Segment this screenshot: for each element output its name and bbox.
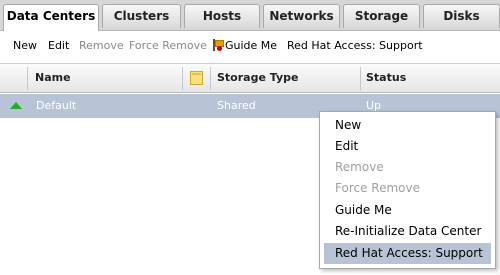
column-header-status[interactable]: Status	[366, 64, 406, 92]
main-tab-bar: Data Centers Clusters Hosts Networks Sto…	[0, 0, 500, 31]
column-divider	[182, 67, 183, 90]
tab-disks[interactable]: Disks	[423, 4, 500, 28]
status-up-icon	[10, 102, 22, 109]
menu-item-edit[interactable]: Edit	[324, 136, 491, 157]
column-divider	[27, 67, 28, 90]
force-remove-button[interactable]: Force Remove	[129, 39, 207, 52]
column-header-name[interactable]: Name	[35, 64, 71, 92]
menu-item-red-hat-access-support[interactable]: Red Hat Access: Support	[324, 243, 491, 264]
tab-hosts[interactable]: Hosts	[184, 4, 260, 28]
edit-button[interactable]: Edit	[48, 39, 69, 52]
tab-networks[interactable]: Networks	[263, 4, 340, 28]
guide-me-button[interactable]: Guide Me	[212, 39, 277, 52]
tab-data-centers[interactable]: Data Centers	[3, 4, 99, 31]
guide-me-label: Guide Me	[225, 39, 278, 52]
remove-button[interactable]: Remove	[79, 39, 124, 52]
menu-item-guide-me[interactable]: Guide Me	[324, 200, 491, 221]
context-menu: New Edit Remove Force Remove Guide Me Re…	[319, 111, 496, 269]
new-button[interactable]: New	[13, 39, 37, 52]
comment-icon[interactable]	[190, 71, 203, 85]
column-divider	[360, 67, 361, 90]
row-name: Default	[36, 99, 77, 112]
action-toolbar: New Edit Remove Force Remove Guide Me Re…	[0, 31, 500, 60]
tab-storage[interactable]: Storage	[343, 4, 420, 28]
menu-item-reinitialize-data-center[interactable]: Re-Initialize Data Center	[324, 221, 491, 242]
row-storage-type: Shared	[217, 99, 256, 112]
menu-item-force-remove[interactable]: Force Remove	[324, 178, 491, 199]
column-header-storage-type[interactable]: Storage Type	[217, 64, 298, 92]
column-divider	[210, 67, 211, 90]
tab-clusters[interactable]: Clusters	[102, 4, 181, 28]
grid-header: Name Storage Type Status	[0, 63, 500, 93]
guide-me-icon	[212, 39, 224, 51]
red-hat-access-support-button[interactable]: Red Hat Access: Support	[287, 39, 423, 52]
menu-item-remove[interactable]: Remove	[324, 157, 491, 178]
menu-item-new[interactable]: New	[324, 115, 491, 136]
